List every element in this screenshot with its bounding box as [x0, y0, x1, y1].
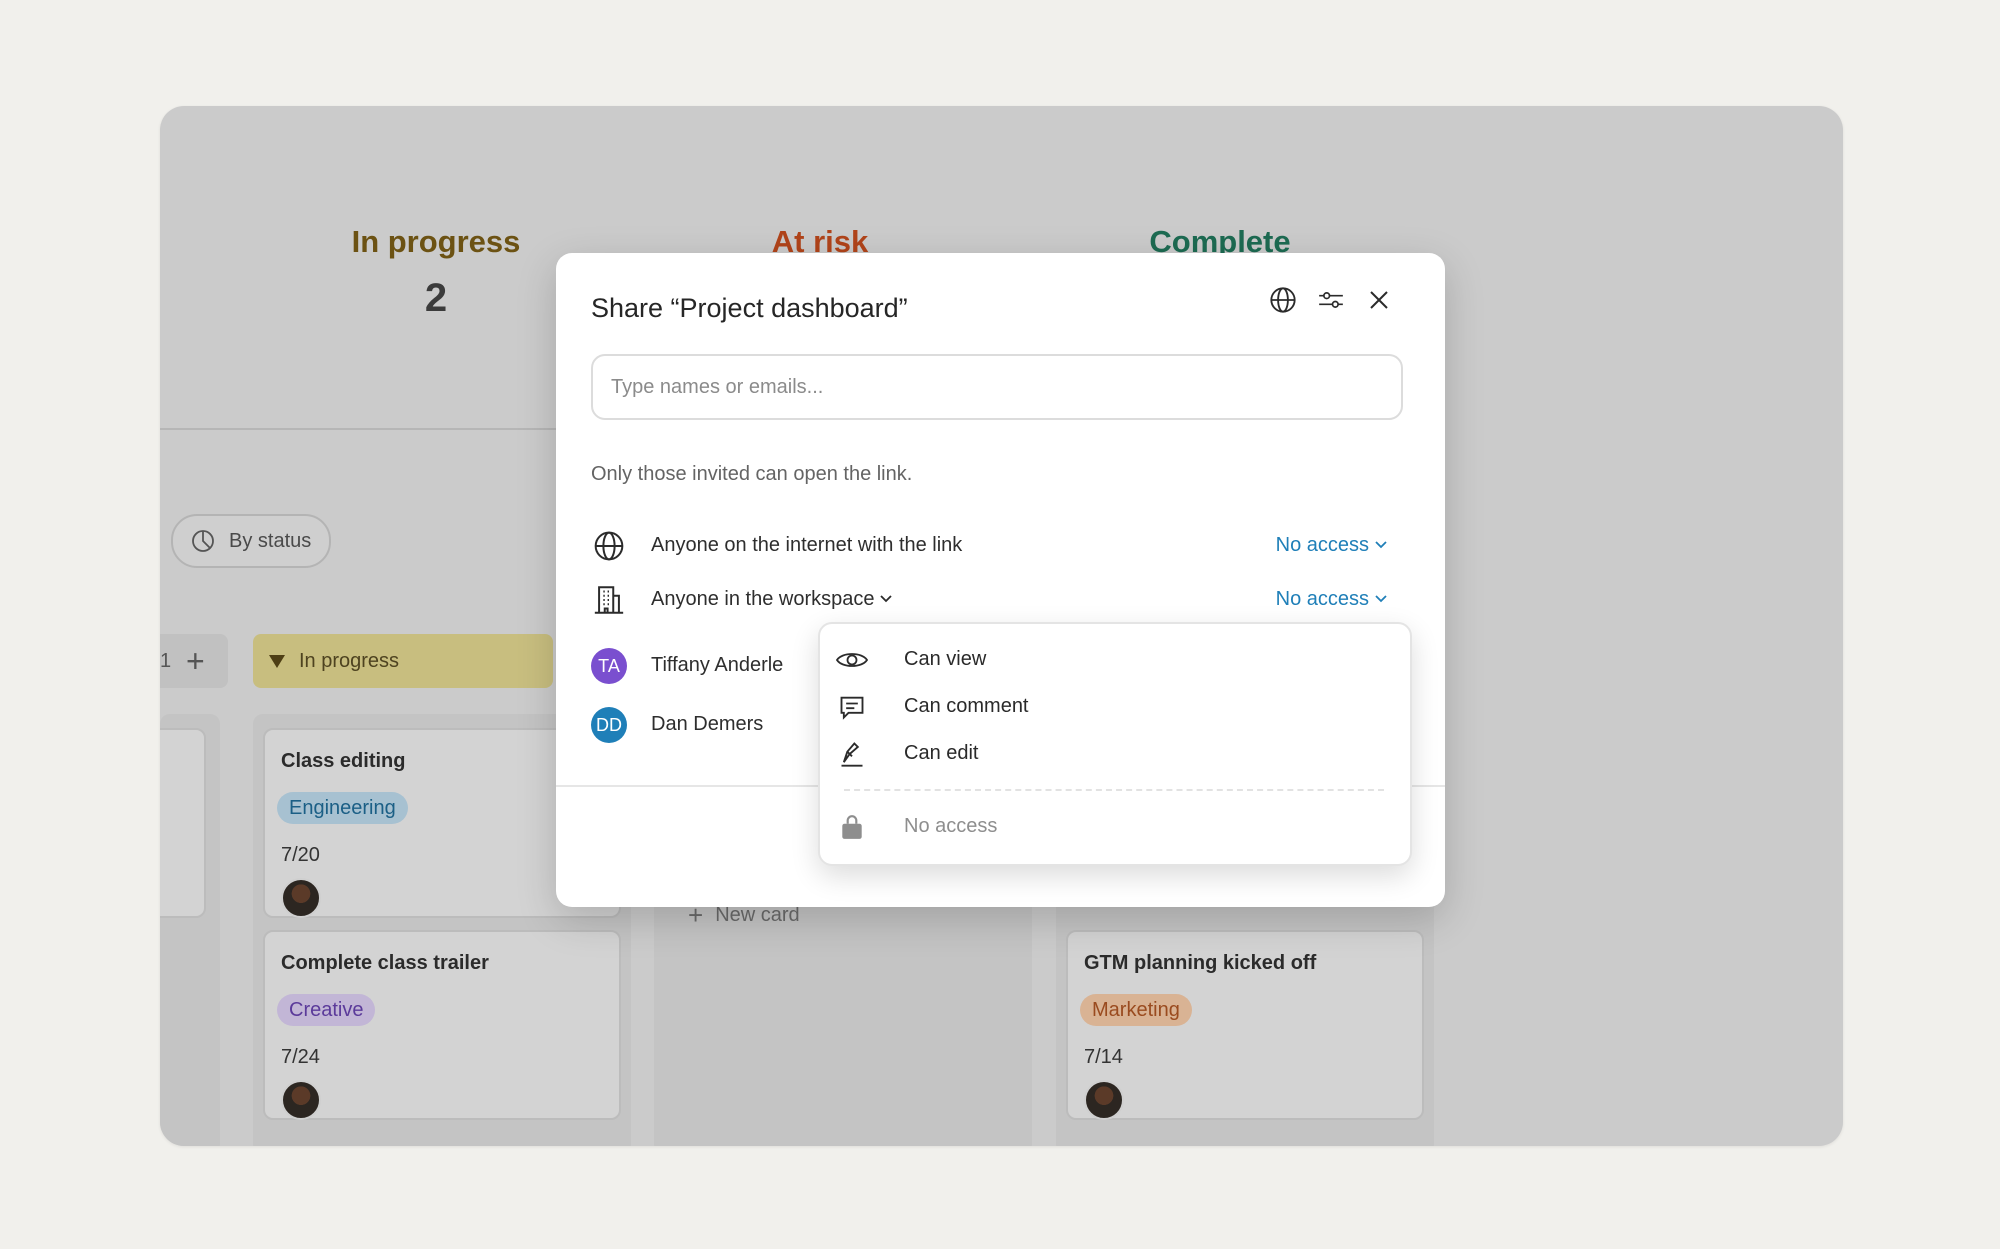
avatar: TA: [591, 648, 627, 684]
menu-item-label: No access: [904, 815, 998, 837]
dialog-title: Share “Project dashboard”: [591, 293, 908, 323]
link-access-note: Only those invited can open the link.: [591, 463, 913, 485]
settings-sliders-icon[interactable]: [1317, 285, 1345, 315]
access-value: No access: [1275, 588, 1369, 610]
invite-input[interactable]: [591, 354, 1403, 420]
divider: [160, 428, 560, 430]
card-date: 7/24: [281, 1046, 320, 1068]
card[interactable]: [160, 728, 206, 918]
internet-access-select[interactable]: No access: [1276, 534, 1387, 557]
globe-icon[interactable]: [1269, 285, 1297, 315]
card[interactable]: Complete class trailer Creative 7/24: [263, 930, 621, 1120]
card[interactable]: GTM planning kicked off Marketing 7/14: [1066, 930, 1424, 1120]
menu-item-label: Can view: [904, 648, 987, 670]
access-dropdown-menu: Can view Can comment Can edit No access: [818, 622, 1412, 866]
group-by-label: By status: [229, 530, 312, 552]
card-date: 7/14: [1084, 1046, 1123, 1068]
card-title: Complete class trailer: [281, 952, 489, 974]
new-card-label: New card: [715, 904, 800, 926]
dialog-toolbar: [1269, 285, 1393, 315]
menu-item-can-comment[interactable]: Can comment: [836, 687, 1386, 727]
stat-count: 2: [424, 276, 448, 320]
internet-access-label: Anyone on the internet with the link: [651, 534, 963, 556]
card-title: Class editing: [281, 750, 406, 772]
person-name: Tiffany Anderle: [651, 654, 784, 676]
internet-access-row: Anyone on the internet with the link No …: [591, 528, 1403, 564]
avatar: [281, 878, 321, 918]
add-icon[interactable]: +: [186, 634, 205, 688]
column-count: 1: [160, 650, 172, 672]
column-header-in-progress[interactable]: In progress: [253, 634, 553, 688]
menu-item-no-access[interactable]: No access: [836, 807, 1386, 847]
menu-item-label: Can edit: [904, 742, 979, 764]
avatar: DD: [591, 707, 627, 743]
globe-icon: [591, 528, 627, 564]
card-title: GTM planning kicked off: [1084, 952, 1317, 974]
building-icon: [591, 582, 627, 618]
lock-icon: [836, 811, 868, 843]
menu-item-label: Can comment: [904, 695, 1029, 717]
workspace-access-select[interactable]: No access: [1276, 588, 1387, 611]
column-header-label: In progress: [299, 650, 400, 672]
workspace-access-row: Anyone in the workspace No access: [591, 582, 1403, 618]
access-value: No access: [1275, 534, 1369, 556]
menu-item-can-view[interactable]: Can view: [836, 640, 1386, 680]
chevron-down-icon: [1375, 595, 1387, 603]
workspace-access-label: Anyone in the workspace: [651, 588, 875, 610]
card-tag: Engineering: [277, 792, 408, 824]
person-name: Dan Demers: [651, 713, 764, 735]
pie-chart-icon: [192, 530, 214, 552]
stat-in-progress: In progress 2: [316, 224, 556, 321]
eye-icon: [836, 644, 868, 676]
comment-icon: [836, 691, 868, 723]
chevron-down-icon: [1375, 541, 1387, 549]
avatar: [281, 1080, 321, 1120]
lane: [160, 714, 220, 1146]
close-icon[interactable]: [1365, 285, 1393, 315]
pen-icon: [836, 738, 868, 770]
menu-item-can-edit[interactable]: Can edit: [836, 734, 1386, 774]
stat-title: In progress: [351, 224, 521, 259]
group-by-status-button[interactable]: By status: [171, 514, 332, 568]
menu-separator: [844, 789, 1384, 791]
chevron-down-icon: [880, 595, 893, 603]
column-stub: 1 +: [160, 634, 228, 688]
status-triangle-icon: [269, 655, 285, 668]
card-tag: Marketing: [1080, 994, 1192, 1026]
avatar: [1084, 1080, 1124, 1120]
card-date: 7/20: [281, 844, 320, 866]
card-tag: Creative: [277, 994, 376, 1026]
workspace-access-scope[interactable]: Anyone in the workspace: [651, 588, 893, 611]
